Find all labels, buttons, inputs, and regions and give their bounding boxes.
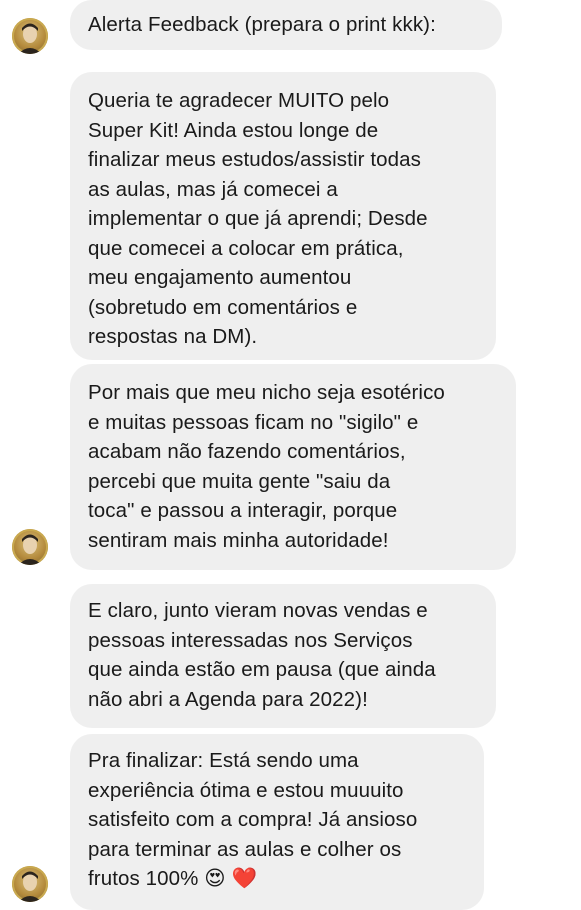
message-bubble[interactable]: Alerta Feedback (prepara o print kkk): [70,0,502,50]
person-icon [18,871,42,902]
message-text: E claro, junto vieram novas vendas e pes… [88,599,436,711]
heart-eyes-icon: 😍 [204,867,226,890]
message-text: Pra finalizar: Está sendo uma experiênci… [88,746,466,894]
message-bubble[interactable]: Por mais que meu nicho seja esotérico e … [70,364,516,570]
message-text: Alerta Feedback (prepara o print kkk): [88,13,436,36]
message-bubble[interactable]: Pra finalizar: Está sendo uma experiênci… [70,734,484,910]
message-bubble[interactable]: Queria te agradecer MUITO pelo Super Kit… [70,72,496,360]
avatar[interactable] [12,866,48,902]
avatar[interactable] [12,529,48,565]
avatar[interactable] [12,18,48,54]
person-icon [18,534,42,565]
person-icon [18,23,42,54]
message-bubble[interactable]: E claro, junto vieram novas vendas e pes… [70,584,496,728]
message-text: Por mais que meu nicho seja esotérico e … [88,381,445,552]
message-text: Queria te agradecer MUITO pelo Super Kit… [88,89,428,348]
heart-icon: ❤️ [231,867,258,890]
